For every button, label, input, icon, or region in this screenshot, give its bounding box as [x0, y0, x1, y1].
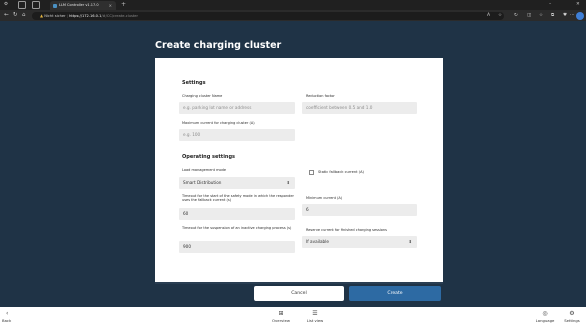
create-button[interactable]: Create [349, 286, 441, 301]
back-label: Back [2, 318, 12, 323]
browser-tab-bar: ⚙ LLM Controller v1.17.0 × + – ✕ [0, 0, 586, 10]
browser-tab[interactable]: LLM Controller v1.17.0 × [50, 1, 116, 10]
min-current-label: Minimum current (A) [306, 196, 343, 200]
url-host: https://172.16.0.1 [69, 13, 102, 18]
reserve-current-select[interactable]: If available ⬍ [302, 236, 417, 248]
close-window-icon[interactable]: ✕ [576, 0, 580, 10]
workspaces-icon[interactable] [18, 1, 26, 9]
reserve-current-label: Reserve current for finished charging se… [306, 228, 387, 232]
globe-icon: ◎ [542, 310, 548, 317]
list-view-label: List view [306, 318, 324, 323]
warning-icon: ▲ [40, 12, 44, 18]
gear-icon: ⚙ [569, 310, 575, 317]
collections-icon[interactable]: ⧉ [551, 12, 554, 20]
suspension-timeout-label: Timeout for the suspension of an inactiv… [182, 226, 292, 230]
cancel-button[interactable]: Cancel [254, 286, 344, 301]
list-icon: ☰ [312, 310, 318, 317]
card-footer-strip [155, 282, 443, 284]
list-view-button[interactable]: ☰ List view [300, 307, 330, 327]
tab-actions-icon[interactable] [32, 1, 40, 9]
tab-favicon-icon [53, 3, 57, 8]
max-current-input[interactable]: e.g. 100 [179, 129, 295, 141]
back-button[interactable]: ‹ Back [2, 307, 20, 327]
minimize-icon[interactable]: – [549, 0, 551, 10]
language-label: Language [535, 318, 555, 323]
split-screen-icon[interactable]: ◫ [527, 12, 531, 20]
profile-avatar[interactable] [576, 11, 584, 20]
safety-timeout-label: Timeout for the start of the safety mode… [182, 194, 294, 203]
language-button[interactable]: ◎ Language [532, 307, 558, 327]
reduction-factor-input[interactable]: coefficient between 0.5 and 1.0 [302, 102, 417, 114]
new-tab-button[interactable]: + [121, 0, 126, 10]
lm-mode-value: Smart Distribution [183, 180, 222, 185]
url-path: /#/CC/create-cluster [101, 13, 138, 18]
browser-address-bar: ← ↻ ⌂ ▲ Nicht sicher | https://172.16.0.… [0, 10, 586, 21]
reserve-current-value: If available [306, 239, 329, 244]
reload-icon[interactable]: ↻ [13, 10, 18, 21]
min-current-input[interactable]: 6 [302, 204, 417, 216]
refresh-extension-icon[interactable]: ↻ [514, 12, 518, 20]
suspension-timeout-input[interactable]: 900 [179, 241, 295, 253]
favorites-icon[interactable]: ☆ [539, 12, 543, 20]
cluster-name-label: Charging cluster Name [182, 94, 223, 98]
read-aloud-icon[interactable]: A [487, 12, 490, 20]
tab-title: LLM Controller v1.17.0 [59, 3, 99, 7]
more-menu-icon[interactable]: ⋯ [570, 12, 575, 20]
static-fallback-checkbox[interactable] [309, 170, 314, 175]
overview-button[interactable]: ⊞ Overview [266, 307, 296, 327]
settings-section-title: Settings [182, 80, 206, 86]
url-field[interactable]: ▲ Nicht sicher | https://172.16.0.1/#/CC… [32, 11, 504, 20]
safety-timeout-input[interactable]: 60 [179, 208, 295, 220]
page-title: Create charging cluster [155, 40, 282, 51]
static-fallback-label: Static fallback current (A) [318, 170, 364, 174]
home-icon[interactable]: ⌂ [22, 10, 26, 21]
select-arrow-icon: ⬍ [408, 239, 412, 244]
lm-mode-label: Load management mode [182, 168, 226, 172]
cluster-name-input[interactable]: e.g. parking lot name or address [179, 102, 295, 114]
lm-mode-select[interactable]: Smart Distribution ⬍ [179, 177, 295, 189]
settings-button[interactable]: ⚙ Settings [559, 307, 585, 327]
back-arrow-icon[interactable]: ← [4, 10, 9, 21]
overview-label: Overview [272, 318, 290, 323]
bottom-nav-bar: ‹ Back ⊞ Overview ☰ List view ◎ Language… [0, 307, 586, 327]
extension-icon[interactable]: ♥ [563, 12, 567, 20]
reduction-factor-label: Reduction factor [306, 94, 335, 98]
grid-icon: ⊞ [278, 310, 284, 317]
settings-label: Settings [564, 318, 580, 323]
tab-close-icon[interactable]: × [109, 1, 112, 10]
cluster-form-card: Settings Charging cluster Name e.g. park… [155, 58, 443, 282]
operating-section-title: Operating settings [182, 154, 236, 160]
chevron-left-icon: ‹ [6, 310, 9, 317]
browser-menu-icon[interactable]: ⚙ [4, 0, 8, 10]
select-arrow-icon: ⬍ [286, 180, 290, 185]
favorite-star-icon[interactable]: ☆ [498, 12, 502, 20]
not-secure-label: Nicht sicher [44, 13, 66, 18]
max-current-label: Maximum current for charging cluster (A) [182, 121, 255, 125]
